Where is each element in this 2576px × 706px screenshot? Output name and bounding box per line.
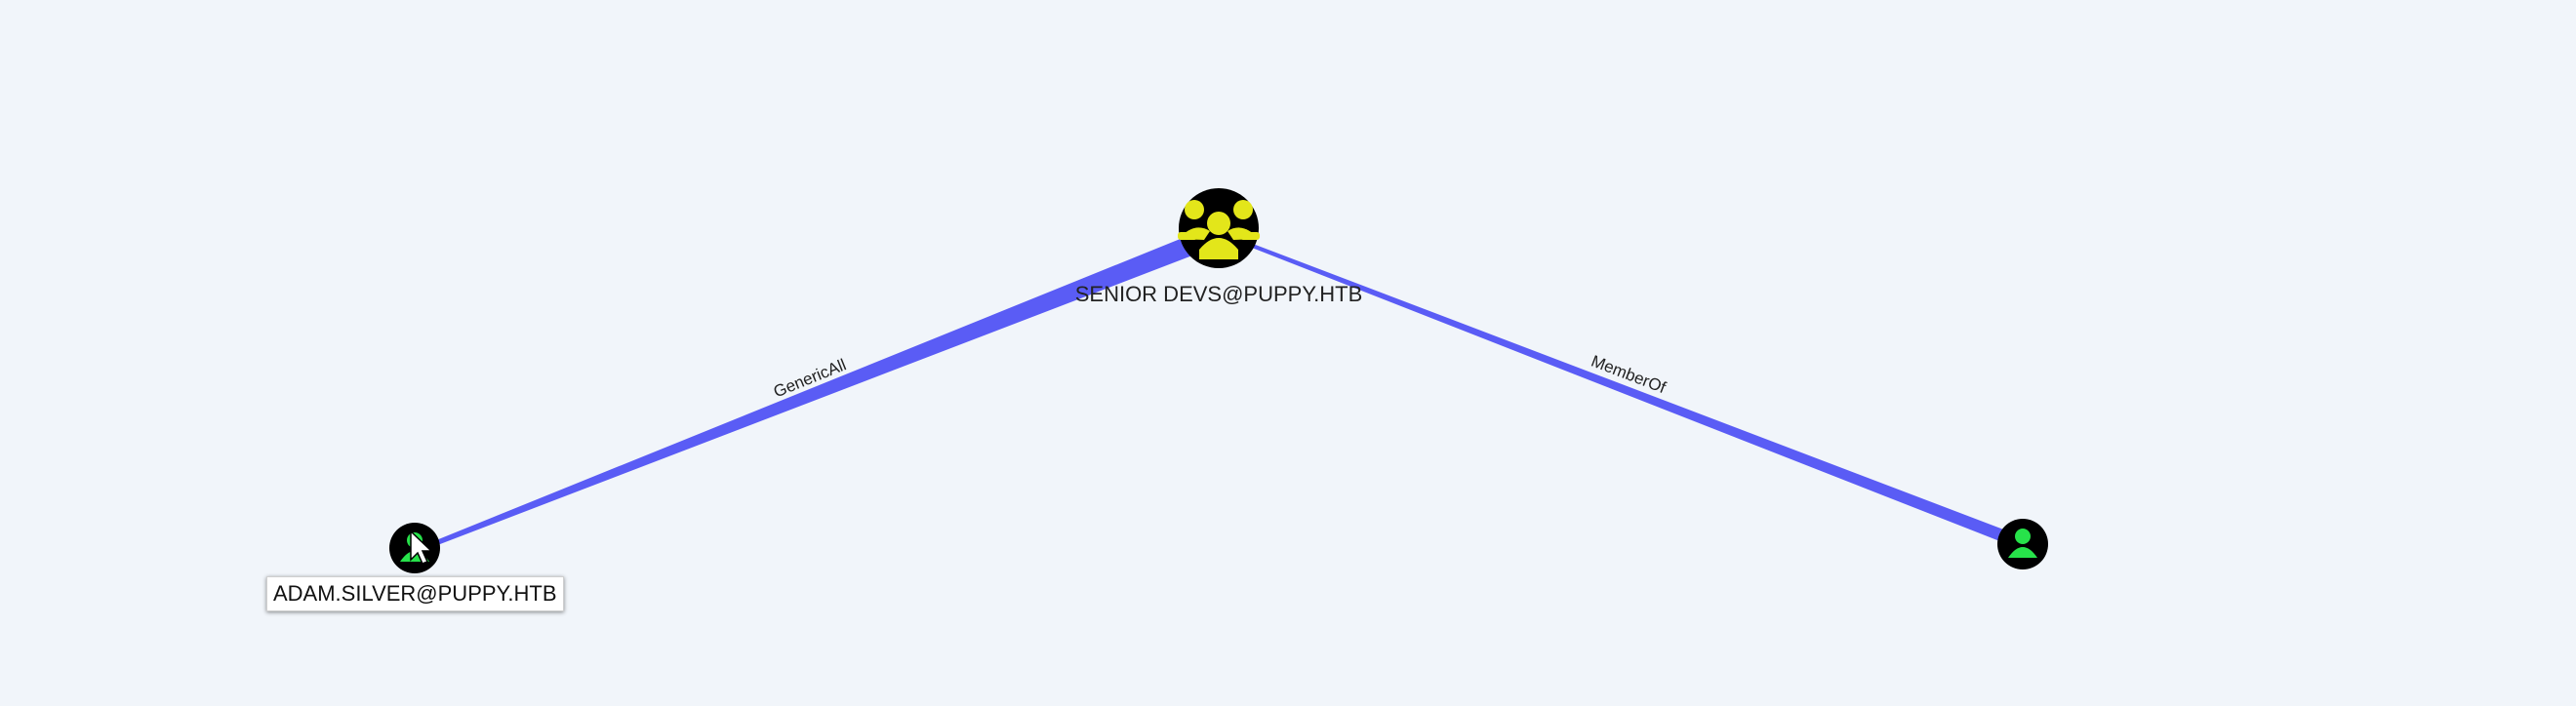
node-group-label: SENIOR DEVS@PUPPY.HTB — [1075, 282, 1363, 306]
node-group-senior-devs[interactable]: SENIOR DEVS@PUPPY.HTB — [1075, 188, 1363, 306]
node-user-adam-silver[interactable] — [389, 523, 440, 573]
edge-memberof[interactable]: MemberOf — [1252, 244, 2006, 542]
node-user-adam-label: ADAM.SILVER@PUPPY.HTB — [266, 576, 564, 611]
node-user-right[interactable] — [1997, 519, 2048, 569]
edge-memberof-line[interactable] — [1252, 244, 2006, 542]
